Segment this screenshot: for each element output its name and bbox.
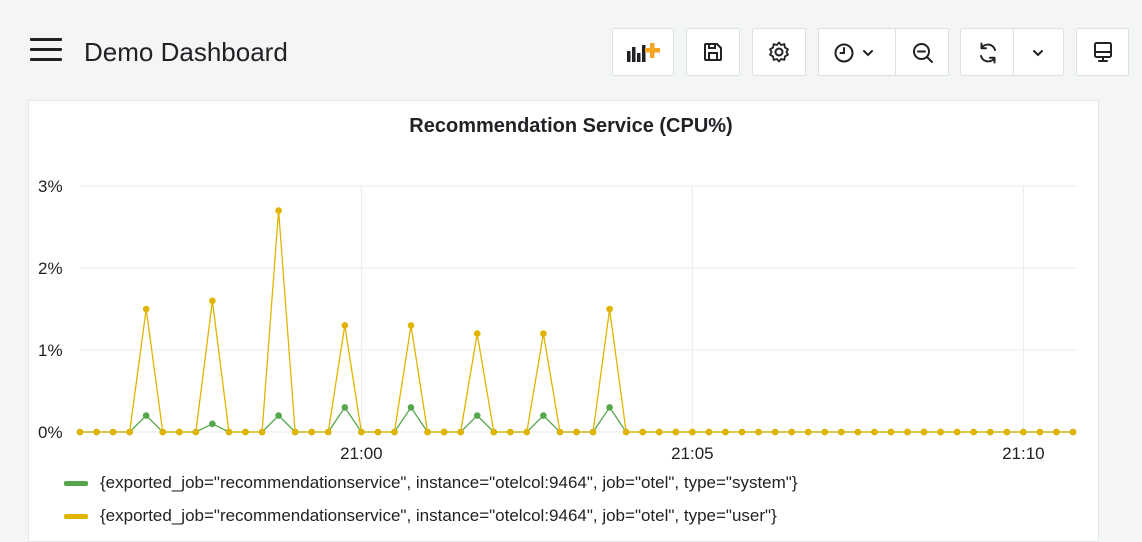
legend-label: {exported_job="recommendationservice", i…: [100, 473, 798, 492]
data-point: [159, 428, 167, 436]
data-point: [93, 428, 100, 436]
data-point: [374, 428, 382, 436]
data-point: [507, 428, 514, 436]
data-point: [1053, 428, 1060, 436]
y-tick-label: 0%: [38, 423, 63, 442]
data-point: [540, 330, 547, 337]
data-point: [887, 428, 895, 436]
data-point: [76, 428, 84, 436]
data-point: [788, 428, 795, 436]
data-point: [689, 428, 696, 436]
chart-area: 0% 1% 2% 3% 21:00 21:05 21:10: [38, 177, 1077, 463]
data-point: [573, 428, 580, 436]
data-point: [1003, 428, 1011, 436]
data-point: [341, 322, 349, 329]
data-point: [407, 404, 415, 411]
data-point: [341, 404, 349, 411]
data-point: [705, 428, 713, 436]
data-point: [440, 428, 448, 436]
data-point: [606, 305, 613, 313]
data-point: [126, 428, 133, 436]
data-point: [391, 428, 398, 436]
data-point: [209, 297, 216, 305]
data-point: [275, 412, 282, 419]
data-point: [540, 412, 547, 419]
legend-item-system[interactable]: {exported_job="recommendationservice", i…: [64, 472, 798, 494]
y-tick-label: 2%: [38, 259, 63, 278]
data-point: [920, 428, 928, 436]
data-point: [1069, 428, 1077, 436]
data-point: [622, 428, 630, 436]
data-point: [142, 305, 150, 313]
data-point: [986, 428, 994, 436]
data-point: [473, 330, 481, 337]
data-point: [225, 428, 233, 436]
y-tick-label: 1%: [38, 341, 63, 360]
data-point: [589, 428, 597, 436]
legend-item-user[interactable]: {exported_job="recommendationservice", i…: [64, 505, 777, 527]
data-point: [722, 428, 729, 436]
data-point: [755, 428, 762, 436]
data-point: [937, 428, 944, 436]
data-point: [142, 412, 150, 419]
x-tick-label: 21:00: [340, 444, 383, 463]
data-point: [1036, 428, 1044, 436]
data-point: [639, 428, 646, 436]
data-point: [523, 428, 531, 436]
data-point: [606, 404, 613, 411]
data-point: [242, 428, 249, 436]
data-point: [854, 428, 862, 436]
data-point: [953, 428, 961, 436]
legend-label: {exported_job="recommendationservice", i…: [100, 506, 777, 525]
data-point: [457, 428, 464, 436]
data-point: [407, 322, 415, 329]
legend-swatch: [64, 513, 88, 519]
data-point: [970, 428, 977, 436]
series-line-1: [80, 210, 1073, 433]
data-point: [473, 412, 481, 419]
data-point: [838, 428, 845, 436]
data-point: [358, 428, 365, 436]
data-point: [1020, 428, 1027, 436]
x-tick-label: 21:05: [671, 444, 714, 463]
data-point: [804, 428, 812, 436]
data-point: [904, 428, 911, 436]
y-tick-label: 3%: [38, 177, 63, 196]
data-point: [672, 428, 680, 436]
data-point: [771, 428, 779, 436]
data-point: [821, 428, 829, 436]
data-point: [324, 428, 332, 436]
data-point: [738, 428, 746, 436]
data-point: [556, 428, 564, 436]
legend-swatch: [64, 480, 88, 486]
data-point: [275, 207, 282, 214]
data-point: [424, 428, 431, 436]
data-point: [490, 428, 498, 436]
data-point: [871, 428, 878, 436]
data-point: [192, 428, 200, 436]
data-point: [109, 428, 117, 436]
data-point: [209, 420, 216, 428]
data-point: [655, 428, 663, 436]
data-point: [291, 428, 299, 436]
data-point: [176, 428, 183, 436]
data-point: [258, 428, 266, 436]
x-tick-label: 21:10: [1002, 444, 1045, 463]
data-point: [308, 428, 316, 436]
